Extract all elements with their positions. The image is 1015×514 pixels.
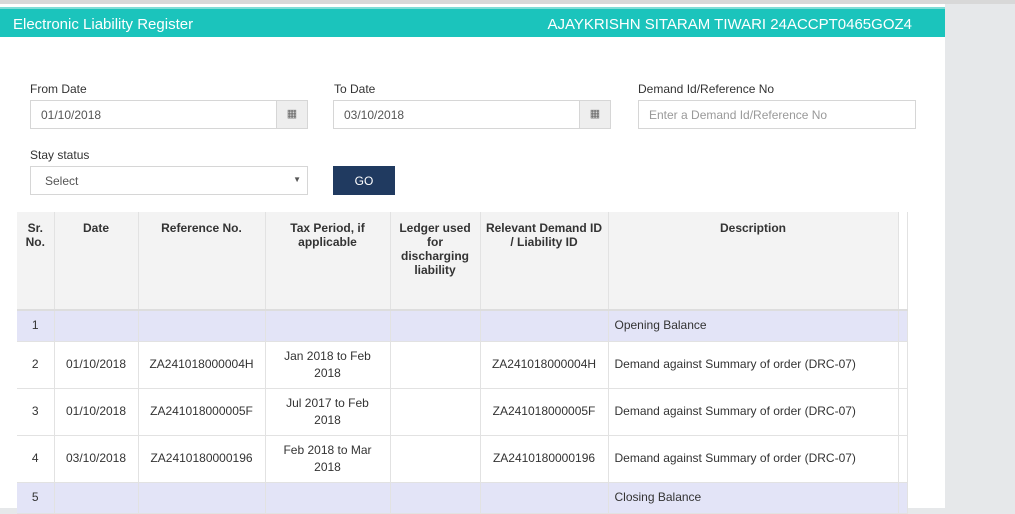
cell-sr: 2 [17,341,55,389]
go-button[interactable]: GO [333,166,395,195]
cell-date: 01/10/2018 [54,341,139,389]
cell-period: Jan 2018 to Feb 2018 [265,341,391,389]
cell-period [265,482,391,514]
cell-desc: Demand against Summary of order (DRC-07) [608,435,899,483]
cell-ledger [390,482,481,514]
to-date-value: 03/10/2018 [344,108,405,122]
cell-extra [898,435,908,483]
cell-period: Feb 2018 to Mar 2018 [265,435,391,483]
table-row: 5 Closing Balance [17,482,908,514]
liability-table: Sr. No. Date Reference No. Tax Period, i… [17,212,908,514]
cell-extra [898,310,908,342]
from-date-value: 01/10/2018 [41,108,102,122]
user-info: AJAYKRISHN SITARAM TIWARI 24ACCPT0465GOZ… [547,16,912,33]
table-row: 3 01/10/2018 ZA241018000005F Jul 2017 to Fe… [17,388,908,436]
demand-id-label: Demand Id/Reference No [638,82,775,96]
col-description: Description [608,212,899,311]
cell-ledger [390,310,481,342]
cell-ledger [390,388,481,436]
table-header-row: Sr. No. Date Reference No. Tax Period, i… [17,212,908,311]
cell-desc: Demand against Summary of order (DRC-07) [608,341,899,389]
col-demand-id: Relevant Demand ID / Liability ID [480,212,609,311]
table-row: 2 01/10/2018 ZA241018000004H Jan 2018 to Fe… [17,341,908,389]
col-sr-no: Sr. No. [17,212,55,311]
stay-status-select[interactable]: Select ▼ [30,166,308,195]
from-date-label: From Date [30,82,87,96]
page-header: Electronic Liability Register AJAYKRISHN… [0,7,945,37]
cell-desc: Closing Balance [608,482,899,514]
cell-ref [138,482,266,514]
cell-extra [898,341,908,389]
register-panel: Electronic Liability Register AJAYKRISHN… [0,4,945,514]
cell-period: Jul 2017 to Feb 2018 [265,388,391,436]
chevron-down-icon: ▼ [293,175,301,184]
cell-extra [898,482,908,514]
cell-sr: 3 [17,388,55,436]
cell-demand: ZA241018000004H [480,341,609,389]
col-reference: Reference No. [138,212,266,311]
table-row: 1 Opening Balance [17,310,908,342]
col-extra [898,212,908,311]
cell-ledger [390,435,481,483]
cell-sr: 1 [17,310,55,342]
calendar-icon[interactable]: ▦ [579,101,610,128]
demand-id-input[interactable]: Enter a Demand Id/Reference No [638,100,916,129]
cell-demand: ZA241018000005F [480,388,609,436]
demand-id-placeholder: Enter a Demand Id/Reference No [649,108,828,122]
cell-date: 01/10/2018 [54,388,139,436]
cell-ref: ZA241018000004H [138,341,266,389]
cell-period [265,310,391,342]
page-title: Electronic Liability Register [13,16,194,33]
cell-date: 03/10/2018 [54,435,139,483]
cell-date [54,310,139,342]
col-date: Date [54,212,139,311]
cell-demand: ZA2410180000196 [480,435,609,483]
cell-desc: Opening Balance [608,310,899,342]
cell-ref [138,310,266,342]
stay-status-value: Select [45,174,79,188]
cell-extra [898,388,908,436]
cell-desc: Demand against Summary of order (DRC-07) [608,388,899,436]
cell-demand [480,310,609,342]
col-tax-period: Tax Period, if applicable [265,212,391,311]
stay-status-label: Stay status [30,148,90,162]
to-date-label: To Date [334,82,376,96]
cell-sr: 5 [17,482,55,514]
col-ledger: Ledger used for discharging liability [390,212,481,311]
cell-ref: ZA2410180000196 [138,435,266,483]
table-row: 4 03/10/2018 ZA2410180000196 Feb 2018 to Ma… [17,435,908,483]
calendar-icon[interactable]: ▦ [276,101,307,128]
to-date-input[interactable]: 03/10/2018 ▦ [333,100,611,129]
cell-ref: ZA241018000005F [138,388,266,436]
cell-sr: 4 [17,435,55,483]
from-date-input[interactable]: 01/10/2018 ▦ [30,100,308,129]
cell-demand [480,482,609,514]
cell-ledger [390,341,481,389]
cell-date [54,482,139,514]
